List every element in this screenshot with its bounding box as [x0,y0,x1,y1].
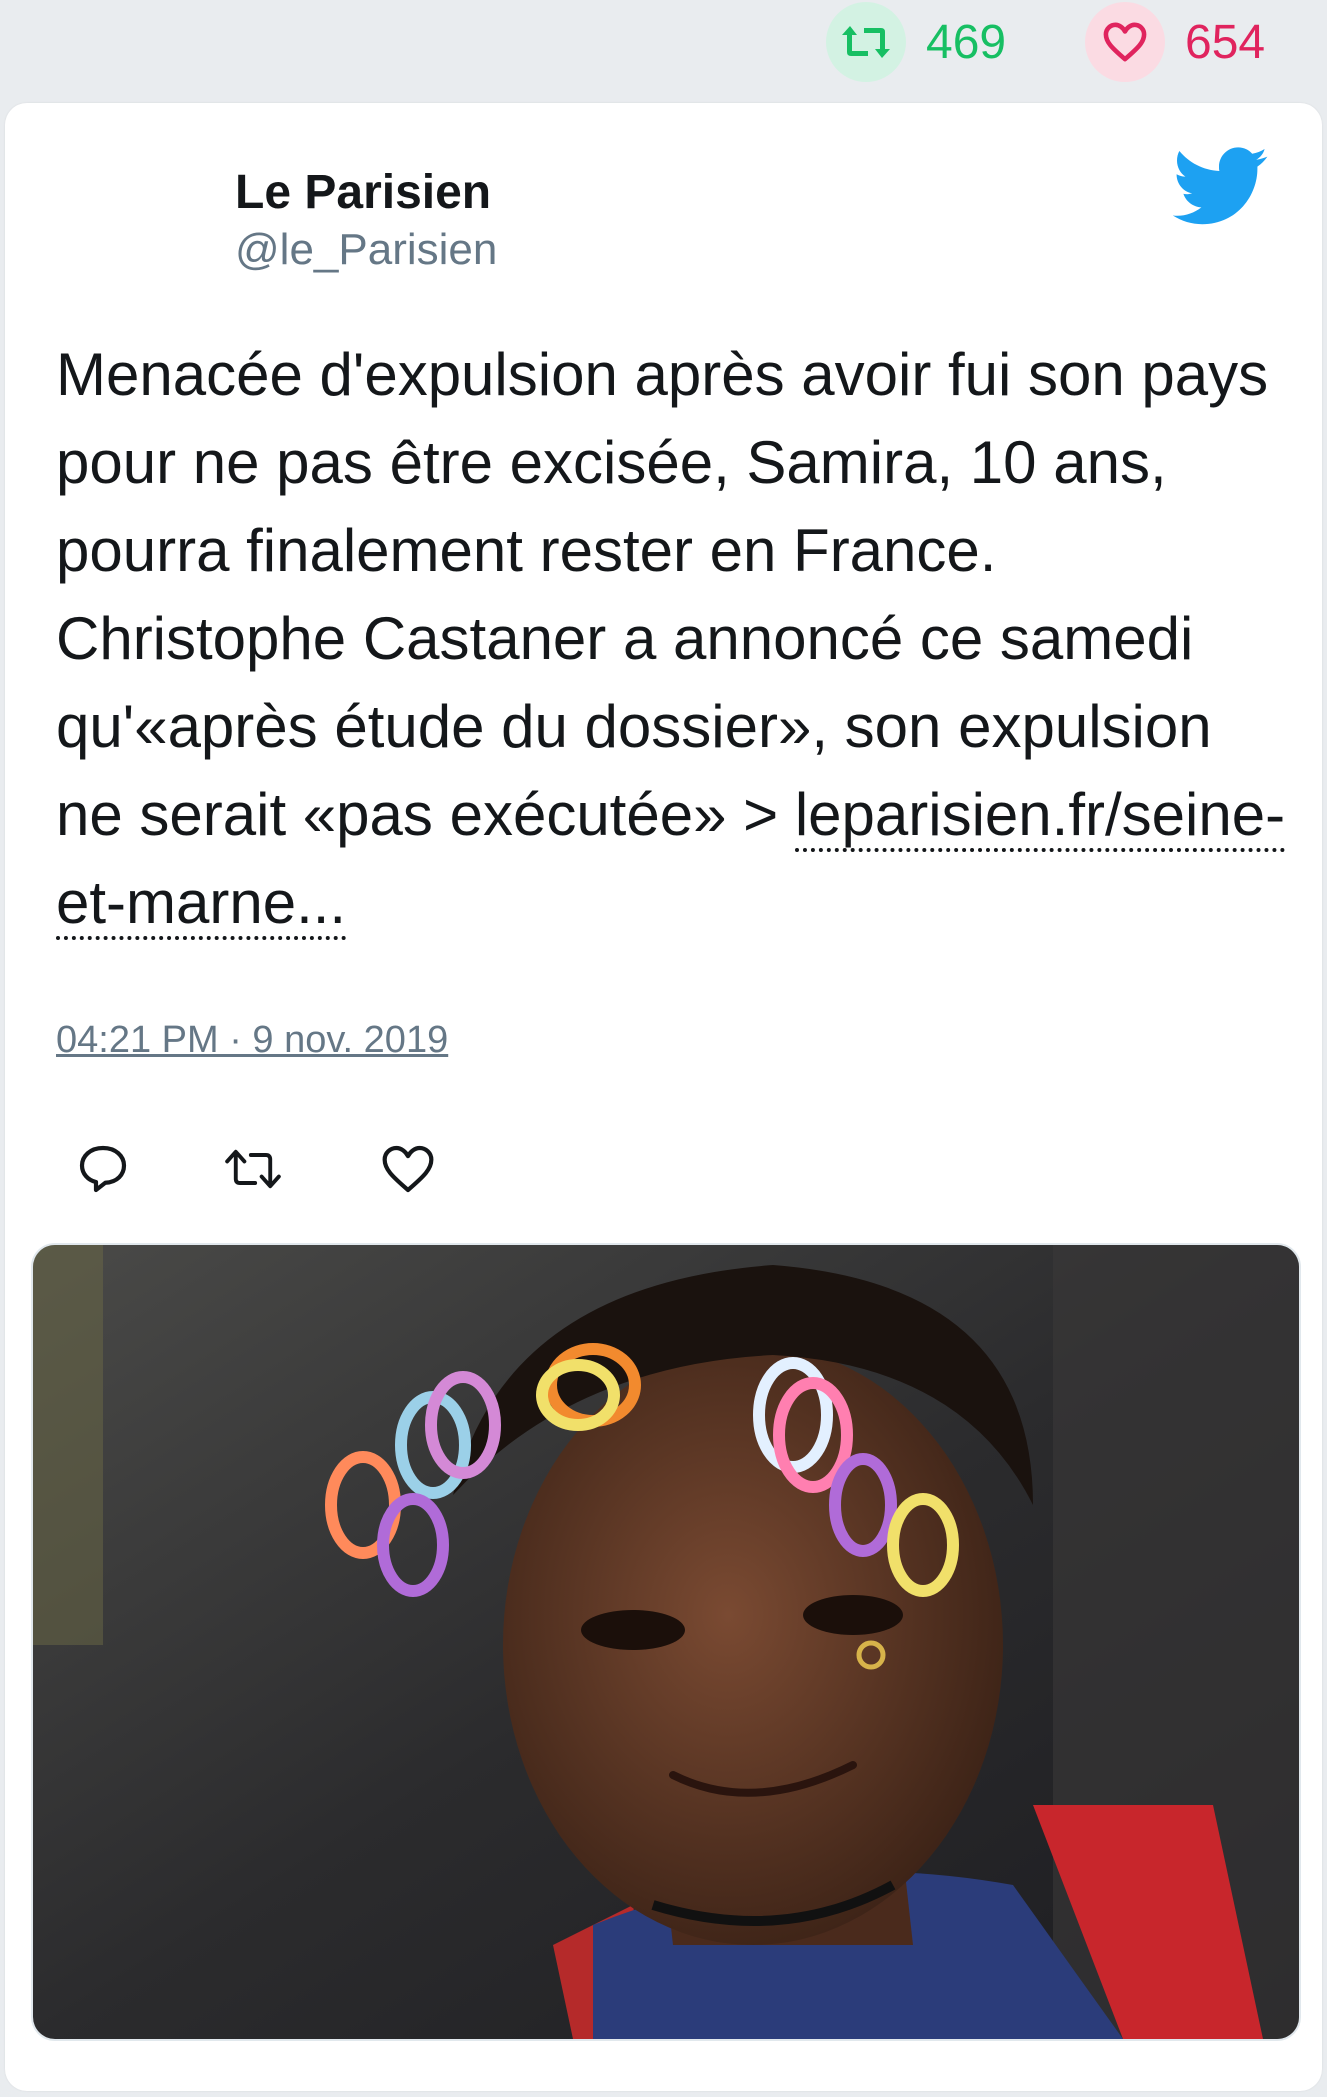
author-handle[interactable]: @le_Parisien [235,225,497,275]
tweet-card: Le Parisien @le_Parisien Menacée d'expul… [5,103,1322,2091]
retweet-count: 469 [926,15,1007,69]
stats-bar: 469 654 [0,0,1327,100]
like-count-stat[interactable]: 654 [1085,2,1266,82]
heart-icon [1085,2,1165,82]
heart-action-icon[interactable] [380,1141,436,1197]
tweet-body: Menacée d'expulsion après avoir fui son … [56,341,1269,848]
retweet-icon [826,2,906,82]
tweet-text: Menacée d'expulsion après avoir fui son … [56,331,1286,947]
reply-icon[interactable] [75,1141,131,1197]
author-name[interactable]: Le Parisien [235,165,491,220]
twitter-bird-icon[interactable] [1173,145,1269,229]
tweet-photo[interactable] [31,1243,1301,2041]
retweet-count-stat[interactable]: 469 [826,2,1007,82]
like-count: 654 [1185,15,1266,69]
tweet-timestamp[interactable]: 04:21 PM · 9 nov. 2019 [56,1019,448,1062]
retweet-action-icon[interactable] [225,1141,281,1197]
